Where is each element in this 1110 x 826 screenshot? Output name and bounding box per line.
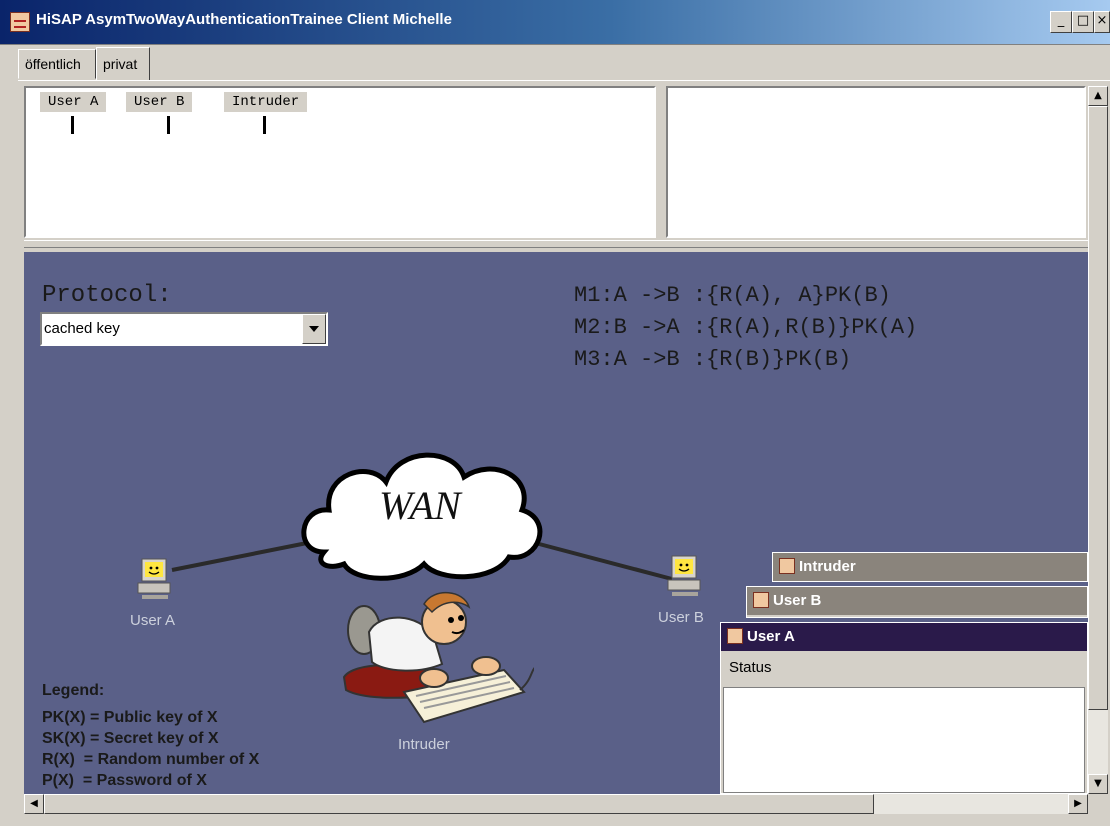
computer-icon-user-a[interactable] <box>134 557 174 604</box>
legend-item: PK(X) = Public key of X <box>42 709 218 726</box>
minimize-button[interactable]: _ <box>1050 11 1072 33</box>
intruder-hacker-icon[interactable] <box>324 582 539 735</box>
legend-item: P(X) = Password of X <box>42 772 207 789</box>
scroll-right-button[interactable]: ▶ <box>1068 794 1088 814</box>
user-b-label: User B <box>658 609 704 626</box>
vertical-scroll-thumb[interactable] <box>1088 106 1108 710</box>
close-button[interactable]: × <box>1094 11 1110 33</box>
tab-divider <box>18 80 1110 81</box>
wan-label: WAN <box>379 483 461 528</box>
intruder-frame-titlebar[interactable]: Intruder <box>773 553 1087 581</box>
horizontal-split-divider[interactable] <box>24 240 1088 248</box>
sequence-pane: User A User B Intruder <box>24 86 656 238</box>
lane-line-user-a <box>71 116 74 134</box>
tab-privat[interactable]: privat <box>96 47 150 81</box>
user-a-frame[interactable]: User A Status <box>720 622 1088 794</box>
lane-label-intruder: Intruder <box>224 92 308 112</box>
user-b-frame-title: User B <box>773 592 822 609</box>
java-coffee-icon <box>727 628 743 644</box>
java-coffee-icon <box>10 12 30 32</box>
link-user-a <box>171 540 313 572</box>
window-title: HiSAP AsymTwoWayAuthenticationTrainee Cl… <box>36 11 452 28</box>
scroll-left-button[interactable]: ◀ <box>24 794 44 814</box>
link-user-b <box>523 538 673 581</box>
vertical-scrollbar[interactable]: ▲ ▼ <box>1088 86 1108 794</box>
lane-line-user-b <box>167 116 170 134</box>
tab-oeffentlich[interactable]: öffentlich <box>18 49 96 79</box>
user-a-frame-title: User A <box>747 628 795 645</box>
legend-title: Legend: <box>42 682 105 699</box>
title-bar: HiSAP AsymTwoWayAuthenticationTrainee Cl… <box>0 0 1110 45</box>
intruder-frame[interactable]: Intruder <box>772 552 1088 582</box>
user-b-frame-titlebar[interactable]: User B <box>747 587 1087 615</box>
java-coffee-icon <box>753 592 769 608</box>
horizontal-scrollbar[interactable]: ◀ ▶ <box>24 794 1088 814</box>
horizontal-scroll-thumb[interactable] <box>44 794 874 814</box>
user-a-frame-titlebar[interactable]: User A <box>721 623 1087 651</box>
status-label: Status <box>729 659 772 676</box>
split-divider[interactable] <box>656 86 666 238</box>
maximize-button[interactable]: □ <box>1072 11 1094 33</box>
scroll-up-button[interactable]: ▲ <box>1088 86 1108 106</box>
legend: Legend: PK(X) = Public key of X SK(X) = … <box>42 680 259 791</box>
lane-line-intruder <box>263 116 266 134</box>
legend-item: R(X) = Random number of X <box>42 751 260 768</box>
computer-icon-user-b[interactable] <box>664 554 704 601</box>
java-coffee-icon <box>779 558 795 574</box>
lane-label-user-a: User A <box>40 92 107 112</box>
detail-pane <box>666 86 1086 238</box>
intruder-label: Intruder <box>398 736 450 753</box>
user-a-label: User A <box>130 612 176 629</box>
legend-item: SK(X) = Secret key of X <box>42 730 219 747</box>
status-text-area[interactable] <box>723 687 1085 793</box>
intruder-frame-title: Intruder <box>799 558 856 575</box>
scroll-down-button[interactable]: ▼ <box>1088 774 1108 794</box>
lane-label-user-b: User B <box>126 92 193 112</box>
user-b-frame[interactable]: User B <box>746 586 1088 618</box>
